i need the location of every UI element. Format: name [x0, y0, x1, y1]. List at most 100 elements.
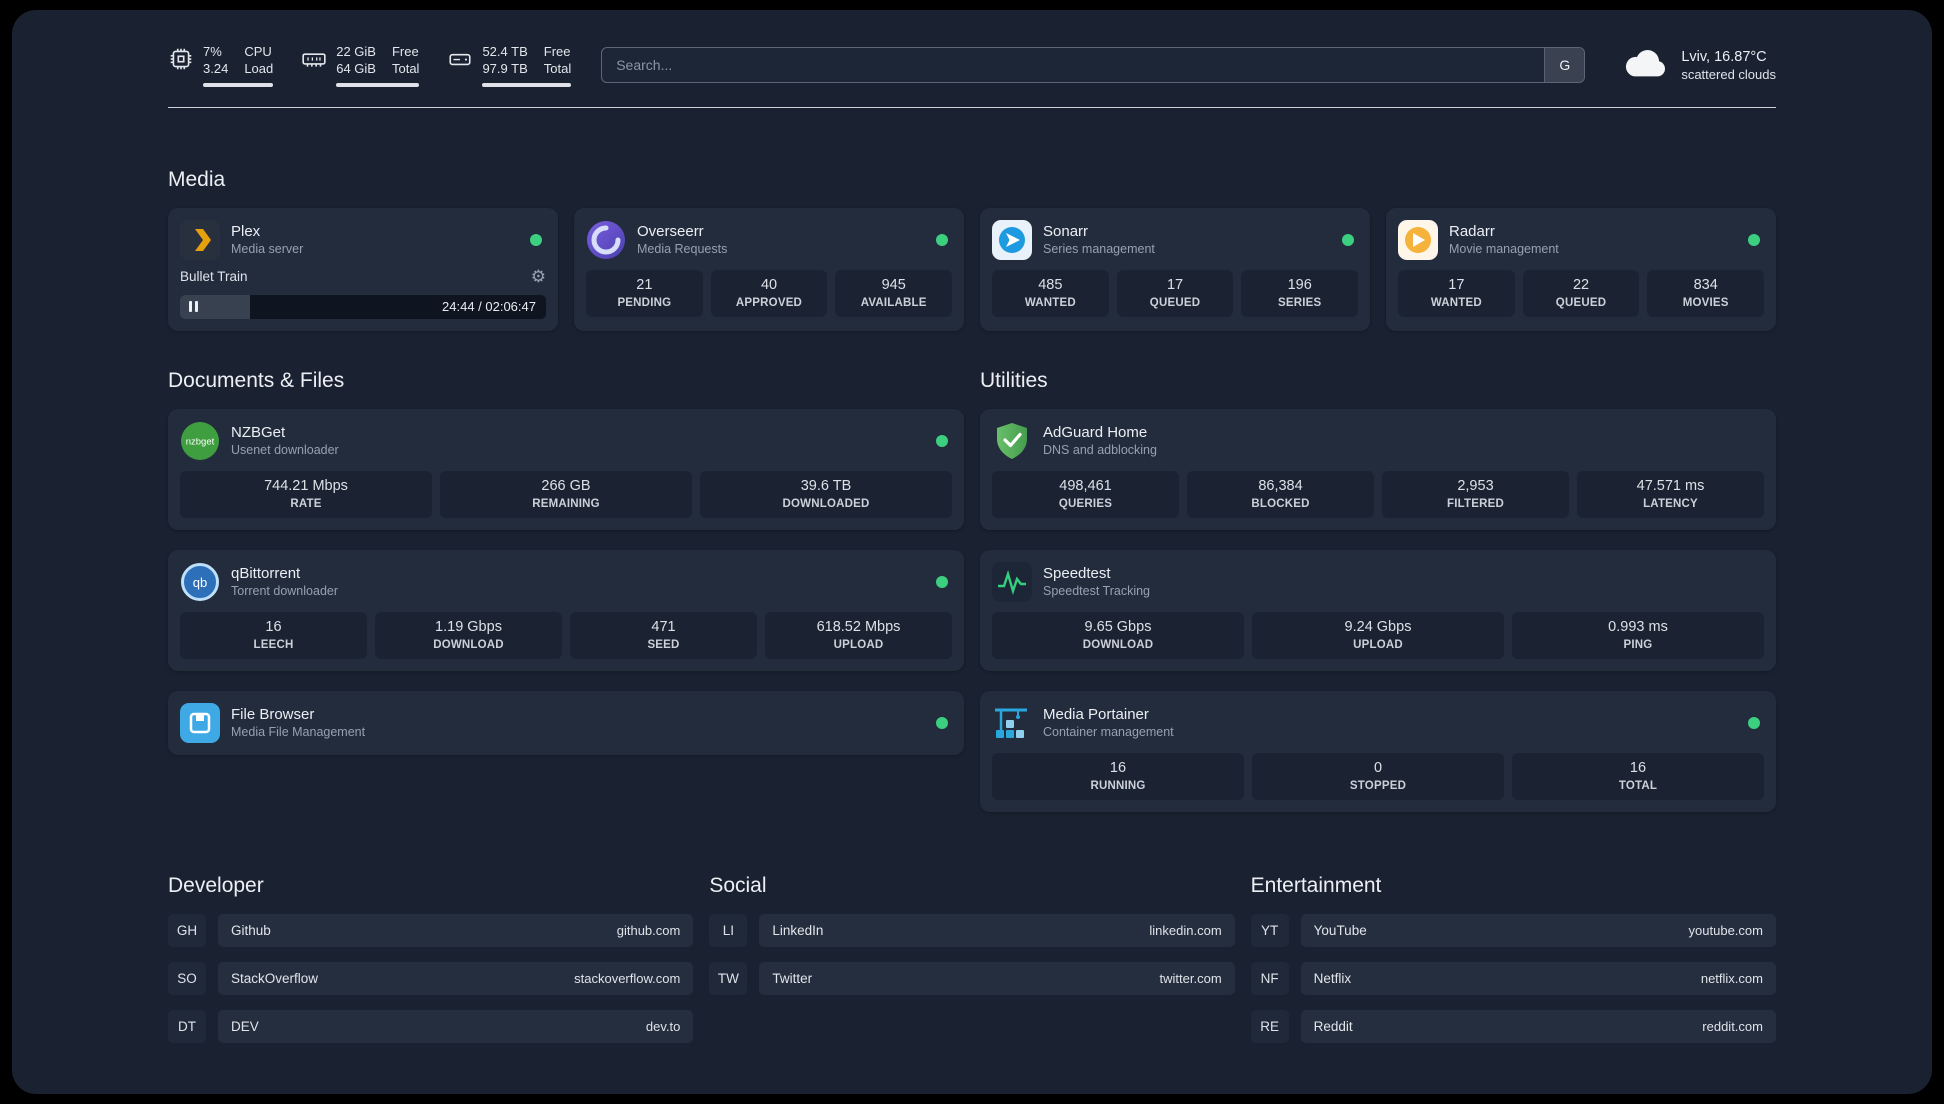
bookmark-abbr: SO — [168, 961, 206, 995]
bookmark-netflix[interactable]: NF Netflix netflix.com — [1250, 961, 1776, 995]
bookmark-abbr: DT — [168, 1009, 206, 1043]
stat-tile: 17 QUEUED — [1116, 269, 1234, 317]
section-title-developer: Developer — [168, 873, 264, 897]
bookmarks-social: Social LI LinkedIn linkedin.com TW Twitt… — [709, 873, 1235, 1058]
bookmark-github[interactable]: GH Github github.com — [168, 913, 694, 947]
radarr-icon — [1398, 219, 1438, 260]
stat-value: 16 — [1109, 759, 1127, 776]
stat-tile: 16 TOTAL — [1512, 752, 1764, 800]
section-title-media: Media — [168, 167, 226, 191]
stat-tile: 9.24 Gbps UPLOAD — [1252, 611, 1504, 659]
app-name: AdGuard Home — [1043, 424, 1148, 442]
filebrowser-card[interactable]: File Browser Media File Management — [168, 690, 964, 755]
app-name: Speedtest — [1043, 565, 1111, 583]
section-title-entertainment: Entertainment — [1250, 873, 1382, 897]
app-name: qBittorrent — [231, 565, 301, 583]
search-input[interactable] — [601, 47, 1586, 84]
stat-tile: 498,461 QUERIES — [992, 470, 1179, 518]
stat-tile: 86,384 BLOCKED — [1187, 470, 1374, 518]
adguard-card[interactable]: AdGuard Home DNS and adblocking 498,461 … — [980, 408, 1776, 530]
bookmark-url: netflix.com — [1700, 970, 1763, 986]
pause-icon[interactable] — [189, 301, 198, 313]
stat-value: 0.993 ms — [1608, 618, 1668, 635]
sonarr-card[interactable]: Sonarr Series management 485 WANTED 17 Q… — [980, 207, 1370, 331]
stat-tile: 47.571 ms LATENCY — [1577, 470, 1764, 518]
stat-label: PING — [1623, 638, 1653, 651]
bookmark-linkedin[interactable]: LI LinkedIn linkedin.com — [709, 913, 1235, 947]
stat-value: 485 — [1038, 276, 1063, 293]
stat-label: APPROVED — [735, 296, 803, 309]
bookmark-name: Reddit — [1313, 1018, 1353, 1034]
stat-tile: 2,953 FILTERED — [1382, 470, 1569, 518]
cpu-metric: 7% 3.24 CPU Load — [168, 44, 274, 87]
bookmark-url: reddit.com — [1702, 1018, 1763, 1034]
bookmark-reddit[interactable]: RE Reddit reddit.com — [1250, 1009, 1776, 1043]
status-dot — [1748, 716, 1760, 729]
bookmark-name: Github — [231, 922, 271, 938]
qbittorrent-card[interactable]: qb qBittorrent Torrent downloader 16 LEE… — [168, 549, 964, 671]
stat-value: 16 — [1629, 759, 1647, 776]
stat-label: QUERIES — [1058, 497, 1113, 510]
portainer-icon — [992, 703, 1032, 743]
bookmark-name: Twitter — [772, 970, 813, 986]
stat-label: TOTAL — [1618, 779, 1658, 792]
speedtest-card[interactable]: Speedtest Speedtest Tracking 9.65 Gbps D… — [980, 549, 1776, 671]
stat-tile: 39.6 TB DOWNLOADED — [700, 470, 952, 518]
search-engine-button[interactable]: G — [1544, 48, 1585, 83]
portainer-card[interactable]: Media Portainer Container management 16 … — [980, 690, 1776, 812]
stat-value: 9.24 Gbps — [1344, 618, 1412, 635]
stat-tile: 40 APPROVED — [710, 269, 828, 317]
gear-icon[interactable]: ⚙ — [531, 268, 546, 285]
plex-card[interactable]: Plex Media server Bullet Train ⚙ 24:44 /… — [168, 207, 558, 331]
status-dot — [1342, 233, 1354, 246]
speedtest-icon — [992, 561, 1032, 602]
status-dot — [936, 233, 948, 246]
stat-tile: 471 SEED — [570, 611, 757, 659]
stat-tile: 618.52 Mbps UPLOAD — [765, 611, 952, 659]
cpu-label: CPU — [244, 44, 272, 59]
stat-value: 17 — [1448, 276, 1465, 293]
bookmark-name: YouTube — [1313, 922, 1367, 938]
disk-free-label: Free — [543, 44, 571, 59]
radarr-card[interactable]: Radarr Movie management 17 WANTED 22 QUE… — [1386, 207, 1776, 331]
stat-tile: 0.993 ms PING — [1512, 611, 1764, 659]
bookmark-name: LinkedIn — [772, 922, 824, 938]
bookmark-dev[interactable]: DT DEV dev.to — [168, 1009, 694, 1043]
weather-widget[interactable]: Lviv, 16.87°C scattered clouds — [1623, 47, 1776, 84]
bookmark-twitter[interactable]: TW Twitter twitter.com — [709, 961, 1235, 995]
stat-label: AVAILABLE — [860, 296, 927, 309]
disk-metric: 52.4 TB 97.9 TB Free Total — [447, 44, 572, 87]
bookmark-name: DEV — [231, 1018, 259, 1034]
ram-meter-bar — [336, 82, 420, 87]
bookmark-url: youtube.com — [1688, 922, 1763, 938]
screen-frame: 7% 3.24 CPU Load 22 GiB 64 GiB Free Tota… — [0, 0, 1944, 1104]
bookmark-abbr: YT — [1250, 913, 1289, 947]
disk-free-value: 52.4 TB — [482, 44, 528, 59]
nzbget-icon: nzbget — [180, 421, 220, 461]
overseerr-card[interactable]: Overseerr Media Requests 21 PENDING 40 A… — [574, 207, 964, 331]
nzbget-card[interactable]: nzbget NZBGet Usenet downloader 744.21 M… — [168, 408, 964, 530]
ram-free-value: 22 GiB — [336, 44, 376, 59]
system-metrics: 7% 3.24 CPU Load 22 GiB 64 GiB Free Tota… — [168, 44, 572, 87]
stat-label: UPLOAD — [833, 638, 884, 651]
filebrowser-icon — [180, 702, 220, 743]
stat-label: RATE — [290, 497, 322, 510]
ram-icon — [301, 46, 327, 77]
stat-label: RUNNING — [1090, 779, 1146, 792]
section-title-social: Social — [709, 873, 767, 897]
stat-label: SEED — [647, 638, 680, 651]
stat-tile: 744.21 Mbps RATE — [180, 470, 432, 518]
cpu-load-value: 3.24 — [203, 60, 229, 76]
app-subtitle: Media Requests — [637, 242, 728, 257]
status-dot — [530, 233, 542, 246]
qbittorrent-icon: qb — [180, 562, 220, 602]
sonarr-icon — [992, 219, 1032, 260]
bookmark-name: Netflix — [1313, 970, 1352, 986]
bookmark-stackoverflow[interactable]: SO StackOverflow stackoverflow.com — [168, 961, 694, 995]
bookmark-youtube[interactable]: YT YouTube youtube.com — [1250, 913, 1776, 947]
playback-progress-bar[interactable]: 24:44 / 02:06:47 — [180, 294, 546, 319]
status-dot — [936, 575, 948, 588]
stat-value: 498,461 — [1059, 477, 1112, 494]
stat-label: DOWNLOAD — [433, 638, 504, 651]
stat-tile: 21 PENDING — [586, 269, 703, 317]
